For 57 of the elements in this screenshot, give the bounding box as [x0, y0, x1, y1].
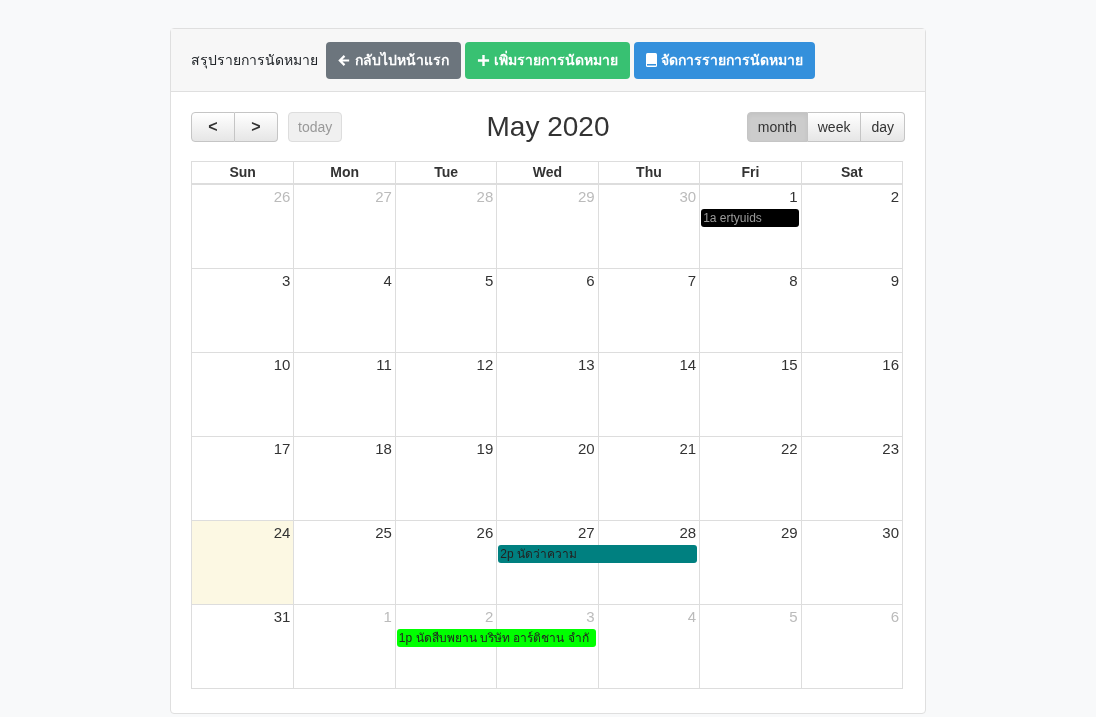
day-cell: 14 — [597, 353, 700, 436]
day-cell: 19 — [394, 437, 497, 520]
day-cell: 22 — [699, 437, 801, 520]
day-cell: 29 — [699, 521, 801, 604]
weekday-header: Sat — [800, 162, 902, 184]
day-cell: 8 — [699, 269, 801, 352]
day-cell: 7 — [597, 269, 700, 352]
day-cell: 29 — [496, 185, 598, 268]
weekday-header: Mon — [293, 162, 395, 184]
day-cell: 24 — [192, 521, 294, 604]
event-bar[interactable]: 1p นัดสืบพยาน บริษัท อาร์ติชาน จำกั — [396, 629, 596, 647]
day-cell: 1 — [293, 605, 395, 688]
day-cell: 4 — [293, 269, 395, 352]
arrow-left-icon — [338, 53, 351, 67]
event-bar[interactable]: 1a ertyuids — [701, 209, 799, 227]
day-cell: 23 — [800, 437, 902, 520]
day-cell: 28 — [394, 185, 497, 268]
day-cell: 5 — [699, 605, 801, 688]
weekday-header: Thu — [597, 162, 700, 184]
day-cell-text: 31 — [272, 607, 292, 627]
day-cell: 16 — [800, 353, 902, 436]
day-cell: 25 — [293, 521, 395, 604]
day-cell: 9 — [800, 269, 902, 352]
day-cell: 27 — [293, 185, 395, 268]
day-cell: 6 — [800, 605, 902, 688]
book-icon — [646, 53, 657, 67]
day-cell-text: 26 — [272, 187, 292, 207]
day-cell-text: 10 — [272, 355, 292, 375]
weekday-header: Wed — [496, 162, 598, 184]
day-cell: 2 — [800, 185, 902, 268]
day-cell: 18 — [293, 437, 395, 520]
day-cell: 21 — [597, 437, 700, 520]
day-cell: 20 — [496, 437, 598, 520]
day-cell: 5 — [394, 269, 497, 352]
day-cell-text: 17 — [272, 439, 292, 459]
day-cell: 4 — [597, 605, 700, 688]
day-cell: 30 — [597, 185, 700, 268]
previous-button[interactable]: < — [191, 112, 235, 142]
weekday-header: Tue — [394, 162, 497, 184]
plus-icon — [477, 53, 490, 67]
day-cell: 30 — [800, 521, 902, 604]
view-tab[interactable]: month — [746, 112, 808, 142]
day-cell-text: 3 — [281, 271, 292, 291]
back-button[interactable]: กลับไปหน้าแรก — [326, 41, 461, 79]
day-cell: 11 — [293, 353, 395, 436]
calendar-title: May 2020 — [486, 110, 610, 144]
view-tab[interactable]: week — [807, 112, 862, 142]
day-cell: 15 — [699, 353, 801, 436]
day-cell: 26 — [394, 521, 497, 604]
weekday-header: Sun — [192, 162, 294, 184]
day-cell: 13 — [496, 353, 598, 436]
day-cell: 12 — [394, 353, 497, 436]
next-button[interactable]: > — [235, 112, 278, 142]
page-title: สรุปรายการนัดหมาย — [191, 50, 318, 71]
weekday-header: Fri — [699, 162, 801, 184]
day-cell: 6 — [496, 269, 598, 352]
view-tab[interactable]: day — [861, 112, 905, 142]
